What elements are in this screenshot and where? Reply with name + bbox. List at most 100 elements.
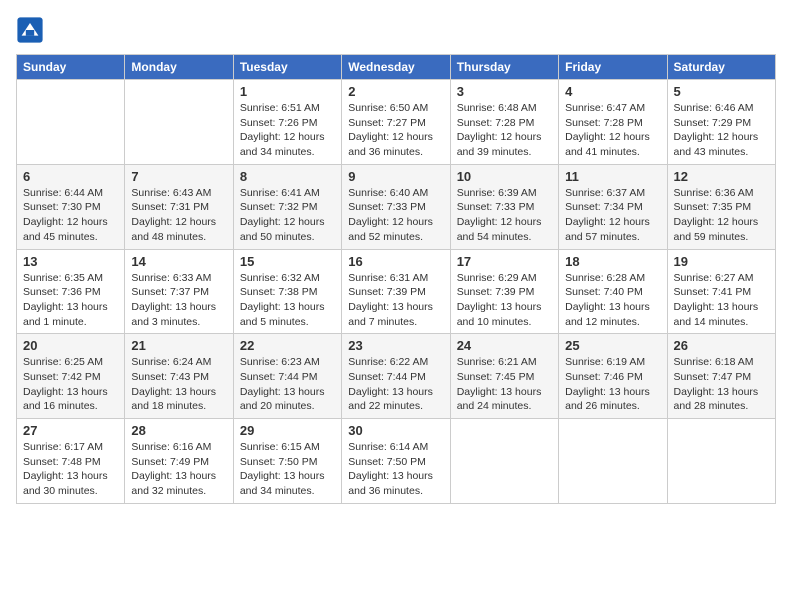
calendar-cell: [450, 419, 558, 504]
day-info: Sunrise: 6:37 AM Sunset: 7:34 PM Dayligh…: [565, 186, 660, 245]
day-info: Sunrise: 6:44 AM Sunset: 7:30 PM Dayligh…: [23, 186, 118, 245]
day-info: Sunrise: 6:36 AM Sunset: 7:35 PM Dayligh…: [674, 186, 769, 245]
calendar-cell: 15 Sunrise: 6:32 AM Sunset: 7:38 PM Dayli…: [233, 249, 341, 334]
calendar-cell: 30Sunrise: 6:14 AM Sunset: 7:50 PM Dayli…: [342, 419, 450, 504]
day-number: 25: [565, 338, 660, 353]
calendar-cell: [125, 80, 233, 165]
day-number: 14: [131, 254, 226, 269]
calendar-cell: 14 Sunrise: 6:33 AM Sunset: 7:37 PM Dayli…: [125, 249, 233, 334]
day-info: Sunrise: 6:41 AM Sunset: 7:32 PM Dayligh…: [240, 186, 335, 245]
calendar-cell: [667, 419, 775, 504]
calendar-cell: 2 Sunrise: 6:50 AM Sunset: 7:27 PM Daylig…: [342, 80, 450, 165]
day-info: Sunrise: 6:19 AM Sunset: 7:46 PM Dayligh…: [565, 355, 660, 414]
calendar-table: SundayMondayTuesdayWednesdayThursdayFrid…: [16, 54, 776, 504]
day-info: Sunrise: 6:43 AM Sunset: 7:31 PM Dayligh…: [131, 186, 226, 245]
calendar-cell: [17, 80, 125, 165]
day-number: 28: [131, 423, 226, 438]
day-number: 3: [457, 84, 552, 99]
calendar-cell: 1 Sunrise: 6:51 AM Sunset: 7:26 PM Daylig…: [233, 80, 341, 165]
day-number: 23: [348, 338, 443, 353]
calendar-header-wednesday: Wednesday: [342, 55, 450, 80]
calendar-cell: 12 Sunrise: 6:36 AM Sunset: 7:35 PM Dayli…: [667, 164, 775, 249]
day-number: 5: [674, 84, 769, 99]
day-info: Sunrise: 6:28 AM Sunset: 7:40 PM Dayligh…: [565, 271, 660, 330]
calendar-cell: 21 Sunrise: 6:24 AM Sunset: 7:43 PM Dayli…: [125, 334, 233, 419]
day-number: 21: [131, 338, 226, 353]
day-info: Sunrise: 6:51 AM Sunset: 7:26 PM Dayligh…: [240, 101, 335, 160]
calendar-header-friday: Friday: [559, 55, 667, 80]
calendar-week-5: 27 Sunrise: 6:17 AM Sunset: 7:48 PM Dayli…: [17, 419, 776, 504]
day-info: Sunrise: 6:18 AM Sunset: 7:47 PM Dayligh…: [674, 355, 769, 414]
day-info: Sunrise: 6:27 AM Sunset: 7:41 PM Dayligh…: [674, 271, 769, 330]
calendar-cell: 6 Sunrise: 6:44 AM Sunset: 7:30 PM Daylig…: [17, 164, 125, 249]
day-number: 6: [23, 169, 118, 184]
day-number: 30: [348, 423, 443, 438]
day-info: Sunrise: 6:29 AM Sunset: 7:39 PM Dayligh…: [457, 271, 552, 330]
day-number: 22: [240, 338, 335, 353]
calendar-cell: [559, 419, 667, 504]
day-number: 8: [240, 169, 335, 184]
calendar-week-1: 1 Sunrise: 6:51 AM Sunset: 7:26 PM Daylig…: [17, 80, 776, 165]
calendar-cell: 20 Sunrise: 6:25 AM Sunset: 7:42 PM Dayli…: [17, 334, 125, 419]
day-info: Sunrise: 6:24 AM Sunset: 7:43 PM Dayligh…: [131, 355, 226, 414]
day-number: 13: [23, 254, 118, 269]
calendar-cell: 5 Sunrise: 6:46 AM Sunset: 7:29 PM Daylig…: [667, 80, 775, 165]
day-info: Sunrise: 6:25 AM Sunset: 7:42 PM Dayligh…: [23, 355, 118, 414]
day-number: 4: [565, 84, 660, 99]
day-info: Sunrise: 6:17 AM Sunset: 7:48 PM Dayligh…: [23, 440, 118, 499]
calendar-week-3: 13Sunrise: 6:35 AM Sunset: 7:36 PM Dayli…: [17, 249, 776, 334]
day-number: 7: [131, 169, 226, 184]
calendar-cell: 26 Sunrise: 6:18 AM Sunset: 7:47 PM Dayli…: [667, 334, 775, 419]
logo: [16, 16, 48, 44]
calendar-cell: 17 Sunrise: 6:29 AM Sunset: 7:39 PM Dayli…: [450, 249, 558, 334]
day-number: 2: [348, 84, 443, 99]
day-number: 9: [348, 169, 443, 184]
day-number: 18: [565, 254, 660, 269]
calendar-cell: 13Sunrise: 6:35 AM Sunset: 7:36 PM Dayli…: [17, 249, 125, 334]
day-number: 16: [348, 254, 443, 269]
day-info: Sunrise: 6:16 AM Sunset: 7:49 PM Dayligh…: [131, 440, 226, 499]
page-header: [16, 16, 776, 44]
day-number: 15: [240, 254, 335, 269]
calendar-cell: 4 Sunrise: 6:47 AM Sunset: 7:28 PM Daylig…: [559, 80, 667, 165]
day-number: 26: [674, 338, 769, 353]
calendar-cell: 11 Sunrise: 6:37 AM Sunset: 7:34 PM Dayli…: [559, 164, 667, 249]
calendar-cell: 9 Sunrise: 6:40 AM Sunset: 7:33 PM Daylig…: [342, 164, 450, 249]
calendar-week-4: 20 Sunrise: 6:25 AM Sunset: 7:42 PM Dayli…: [17, 334, 776, 419]
day-info: Sunrise: 6:39 AM Sunset: 7:33 PM Dayligh…: [457, 186, 552, 245]
day-number: 19: [674, 254, 769, 269]
day-number: 11: [565, 169, 660, 184]
day-info: Sunrise: 6:15 AM Sunset: 7:50 PM Dayligh…: [240, 440, 335, 499]
day-info: Sunrise: 6:47 AM Sunset: 7:28 PM Dayligh…: [565, 101, 660, 160]
calendar-cell: 10Sunrise: 6:39 AM Sunset: 7:33 PM Dayli…: [450, 164, 558, 249]
calendar-header-monday: Monday: [125, 55, 233, 80]
day-info: Sunrise: 6:50 AM Sunset: 7:27 PM Dayligh…: [348, 101, 443, 160]
day-info: Sunrise: 6:31 AM Sunset: 7:39 PM Dayligh…: [348, 271, 443, 330]
logo-icon: [16, 16, 44, 44]
calendar-cell: 25 Sunrise: 6:19 AM Sunset: 7:46 PM Dayli…: [559, 334, 667, 419]
calendar-cell: 24Sunrise: 6:21 AM Sunset: 7:45 PM Dayli…: [450, 334, 558, 419]
calendar-cell: 27 Sunrise: 6:17 AM Sunset: 7:48 PM Dayli…: [17, 419, 125, 504]
day-number: 27: [23, 423, 118, 438]
calendar-cell: 29 Sunrise: 6:15 AM Sunset: 7:50 PM Dayli…: [233, 419, 341, 504]
calendar-header-tuesday: Tuesday: [233, 55, 341, 80]
day-number: 20: [23, 338, 118, 353]
day-info: Sunrise: 6:33 AM Sunset: 7:37 PM Dayligh…: [131, 271, 226, 330]
day-number: 12: [674, 169, 769, 184]
day-info: Sunrise: 6:40 AM Sunset: 7:33 PM Dayligh…: [348, 186, 443, 245]
calendar-cell: 16 Sunrise: 6:31 AM Sunset: 7:39 PM Dayli…: [342, 249, 450, 334]
calendar-cell: 8 Sunrise: 6:41 AM Sunset: 7:32 PM Daylig…: [233, 164, 341, 249]
day-info: Sunrise: 6:22 AM Sunset: 7:44 PM Dayligh…: [348, 355, 443, 414]
calendar-cell: 22 Sunrise: 6:23 AM Sunset: 7:44 PM Dayli…: [233, 334, 341, 419]
day-number: 17: [457, 254, 552, 269]
day-info: Sunrise: 6:32 AM Sunset: 7:38 PM Dayligh…: [240, 271, 335, 330]
calendar-header-thursday: Thursday: [450, 55, 558, 80]
calendar-cell: 28 Sunrise: 6:16 AM Sunset: 7:49 PM Dayli…: [125, 419, 233, 504]
calendar-cell: 19 Sunrise: 6:27 AM Sunset: 7:41 PM Dayli…: [667, 249, 775, 334]
calendar-cell: 7 Sunrise: 6:43 AM Sunset: 7:31 PM Daylig…: [125, 164, 233, 249]
day-info: Sunrise: 6:23 AM Sunset: 7:44 PM Dayligh…: [240, 355, 335, 414]
day-number: 1: [240, 84, 335, 99]
day-info: Sunrise: 6:46 AM Sunset: 7:29 PM Dayligh…: [674, 101, 769, 160]
day-info: Sunrise: 6:48 AM Sunset: 7:28 PM Dayligh…: [457, 101, 552, 160]
day-number: 29: [240, 423, 335, 438]
